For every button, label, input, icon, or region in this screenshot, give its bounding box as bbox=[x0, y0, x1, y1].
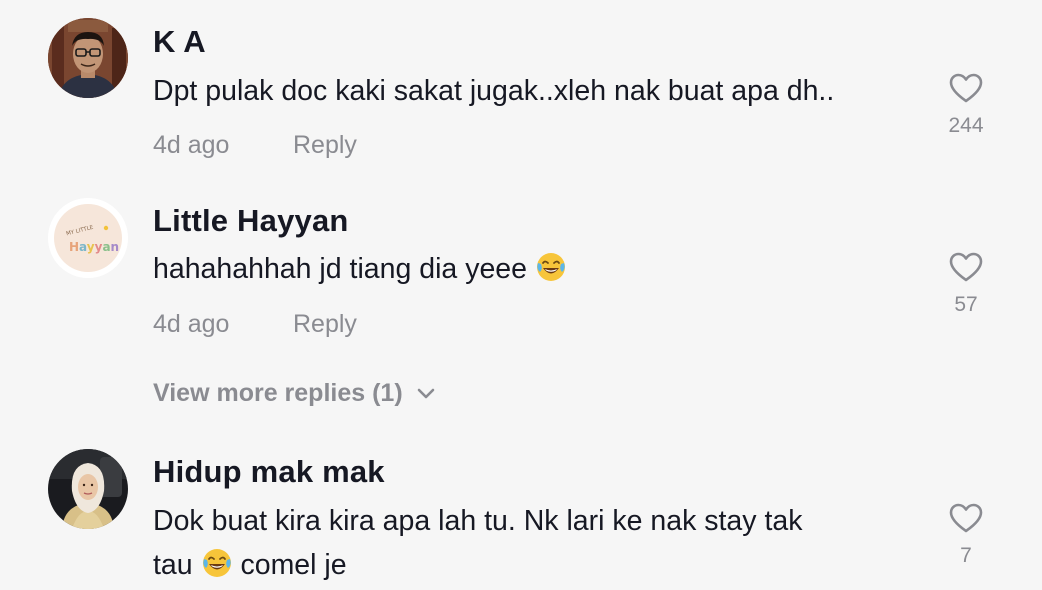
comment-text: hahahahhah jd tiang dia yeee bbox=[153, 247, 567, 296]
view-more-replies-label: View more replies (1) bbox=[153, 379, 403, 407]
person-photo-avatar-icon bbox=[48, 18, 128, 98]
like-button[interactable]: 57 bbox=[940, 251, 992, 317]
username[interactable]: K A bbox=[153, 24, 206, 60]
comment-text: Dpt pulak doc kaki sakat jugak..xleh nak… bbox=[153, 75, 835, 107]
like-button[interactable]: 244 bbox=[940, 72, 992, 138]
comment-text-line-2: tau comel je bbox=[153, 543, 347, 590]
heart-icon[interactable] bbox=[948, 72, 984, 104]
reply-button[interactable]: Reply bbox=[293, 131, 357, 160]
tears-of-joy-emoji-icon bbox=[535, 251, 567, 296]
like-count: 7 bbox=[960, 544, 972, 567]
comment-thread: K A Dpt pulak doc kaki sakat jugak..xleh… bbox=[0, 0, 1042, 590]
like-button[interactable]: 7 bbox=[940, 502, 992, 568]
view-more-replies-button[interactable]: View more replies (1) bbox=[153, 379, 435, 408]
avatar[interactable] bbox=[48, 18, 128, 98]
comment-text-content: comel je bbox=[240, 549, 347, 581]
comment-text: Dok buat kira kira apa lah tu. Nk lari k… bbox=[153, 505, 803, 537]
username[interactable]: Hidup mak mak bbox=[153, 454, 385, 490]
timestamp: 4d ago bbox=[153, 131, 230, 159]
timestamp: 4d ago bbox=[153, 310, 230, 338]
heart-icon[interactable] bbox=[948, 502, 984, 534]
svg-text:Hayyan: Hayyan bbox=[69, 240, 119, 254]
avatar[interactable] bbox=[48, 449, 128, 529]
comment-meta: 4d ago Reply bbox=[153, 131, 357, 160]
little-hayyan-logo-avatar-icon: MY LITTLE Hayyan bbox=[48, 198, 128, 278]
avatar[interactable]: MY LITTLE Hayyan bbox=[48, 198, 128, 278]
like-count: 57 bbox=[954, 293, 978, 316]
comment-meta: 4d ago Reply bbox=[153, 310, 357, 339]
comment-text-content: hahahahhah jd tiang dia yeee bbox=[153, 253, 527, 285]
tears-of-joy-emoji-icon bbox=[201, 547, 233, 590]
username[interactable]: Little Hayyan bbox=[153, 203, 349, 239]
like-count: 244 bbox=[948, 114, 984, 137]
reply-button[interactable]: Reply bbox=[293, 310, 357, 339]
comment-text-content: tau bbox=[153, 549, 193, 581]
chevron-down-icon bbox=[417, 388, 434, 398]
heart-icon[interactable] bbox=[948, 251, 984, 283]
person-hijab-photo-avatar-icon bbox=[48, 449, 128, 529]
